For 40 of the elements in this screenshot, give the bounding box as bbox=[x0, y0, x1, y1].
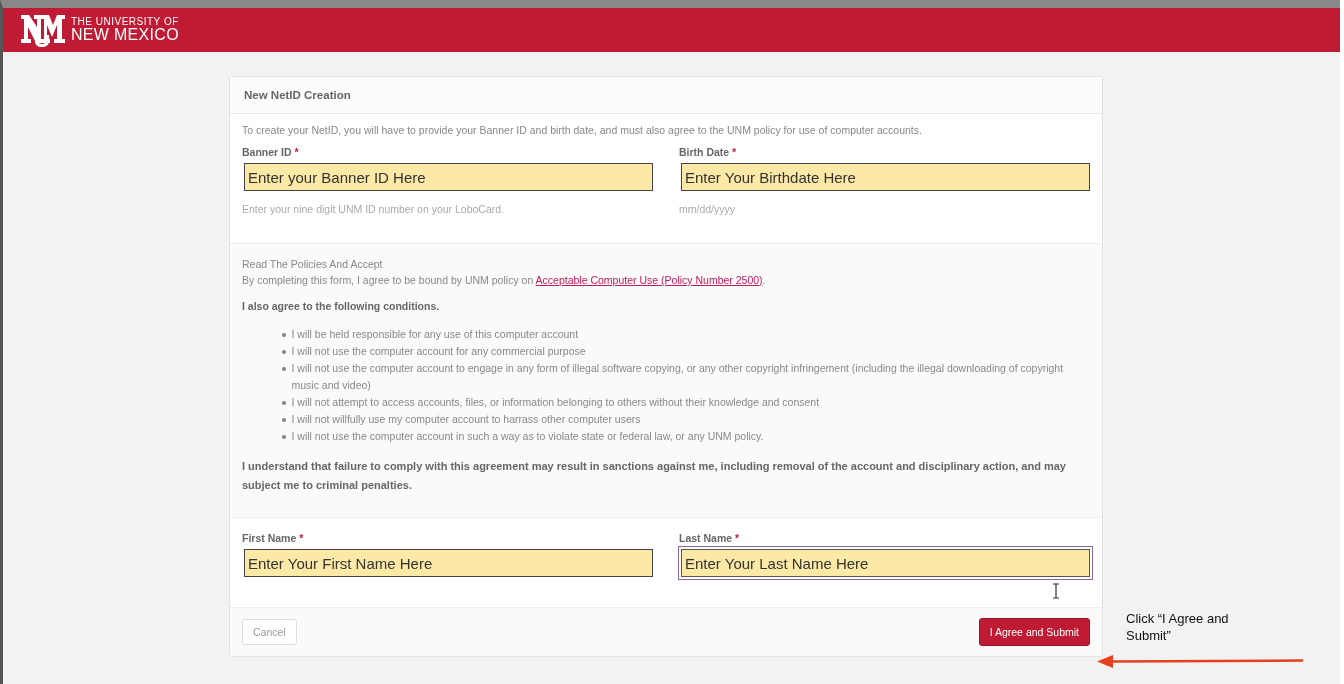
input-field[interactable]: Enter your Banner ID Here bbox=[244, 163, 653, 191]
university-logo-icon bbox=[19, 13, 65, 47]
policy-text: By completing this form, I agree to be bound by UNM policy on Acceptable Computer Use (Policy Number 2500). bbox=[242, 274, 767, 286]
input-field[interactable]: Enter Your Last Name Here bbox=[681, 549, 1090, 577]
required-mark: * bbox=[735, 532, 740, 544]
input-field[interactable]: Enter Your First Name Here bbox=[244, 549, 653, 577]
input-field[interactable]: Enter Your Birthdate Here bbox=[681, 163, 1090, 191]
condition-text: I will not use the computer account for any commercial purpose bbox=[291, 344, 586, 359]
help-text: Enter your nine digit UNM ID number on your LoboCard. bbox=[242, 203, 506, 215]
condition-text: I will not use the computer account to engage in any form of illegal software copying, or any other copyright infringement (including the illegal downloading of copyright music and video) bbox=[291, 361, 1065, 393]
condition-text: I will not willfully use my computer account to harrass other computer users bbox=[291, 412, 641, 427]
annotation-text: Click “I Agree and Submit” bbox=[1126, 610, 1230, 644]
policy-link[interactable]: Acceptable Computer Use (Policy Number 2500) bbox=[535, 274, 763, 286]
bullet-icon bbox=[282, 435, 286, 439]
text-cursor-icon bbox=[1052, 583, 1060, 599]
bullet-icon bbox=[282, 350, 286, 354]
help-text: mm/dd/yyyy bbox=[679, 203, 736, 215]
arrow-icon bbox=[1097, 654, 1303, 668]
bullet-icon bbox=[282, 367, 286, 371]
field-label: Last Name bbox=[679, 532, 733, 544]
submit-button[interactable]: I Agree and Submit bbox=[978, 618, 1090, 646]
condition-text: I will not attempt to access accounts, files, or information belonging to others without their knowledge and consent bbox=[291, 395, 820, 410]
field-label: Banner ID bbox=[242, 146, 292, 158]
field-label: Birth Date bbox=[679, 146, 730, 158]
intro-text: To create your NetID, you will have to provide your Banner ID and birth date, and must also agree to the UNM policy for use of computer accounts. bbox=[242, 124, 923, 136]
card-title: New NetID Creation bbox=[244, 89, 351, 101]
required-mark: * bbox=[294, 146, 299, 158]
field-label: First Name bbox=[242, 532, 297, 544]
agreement-text: I understand that failure to comply with this agreement may result in sanctions against me, including removal of the account and disciplinary action, and may subject me to criminal penalties. bbox=[242, 459, 1067, 493]
conditions-heading: I also agree to the following conditions. bbox=[242, 300, 441, 312]
bullet-icon bbox=[282, 401, 286, 405]
bullet-icon bbox=[282, 333, 286, 337]
bullet-icon bbox=[282, 418, 286, 422]
condition-text: I will be held responsible for any use of this computer account bbox=[291, 327, 579, 342]
condition-text: I will not use the computer account in such a way as to violate state or federal law, or any UNM policy. bbox=[291, 429, 764, 444]
logo-text: THE UNIVERSITY OF bbox=[71, 17, 179, 27]
logo-text: NEW MEXICO bbox=[71, 27, 179, 43]
policy-heading: Read The Policies And Accept bbox=[242, 258, 384, 270]
required-mark: * bbox=[299, 532, 304, 544]
required-mark: * bbox=[732, 146, 737, 158]
